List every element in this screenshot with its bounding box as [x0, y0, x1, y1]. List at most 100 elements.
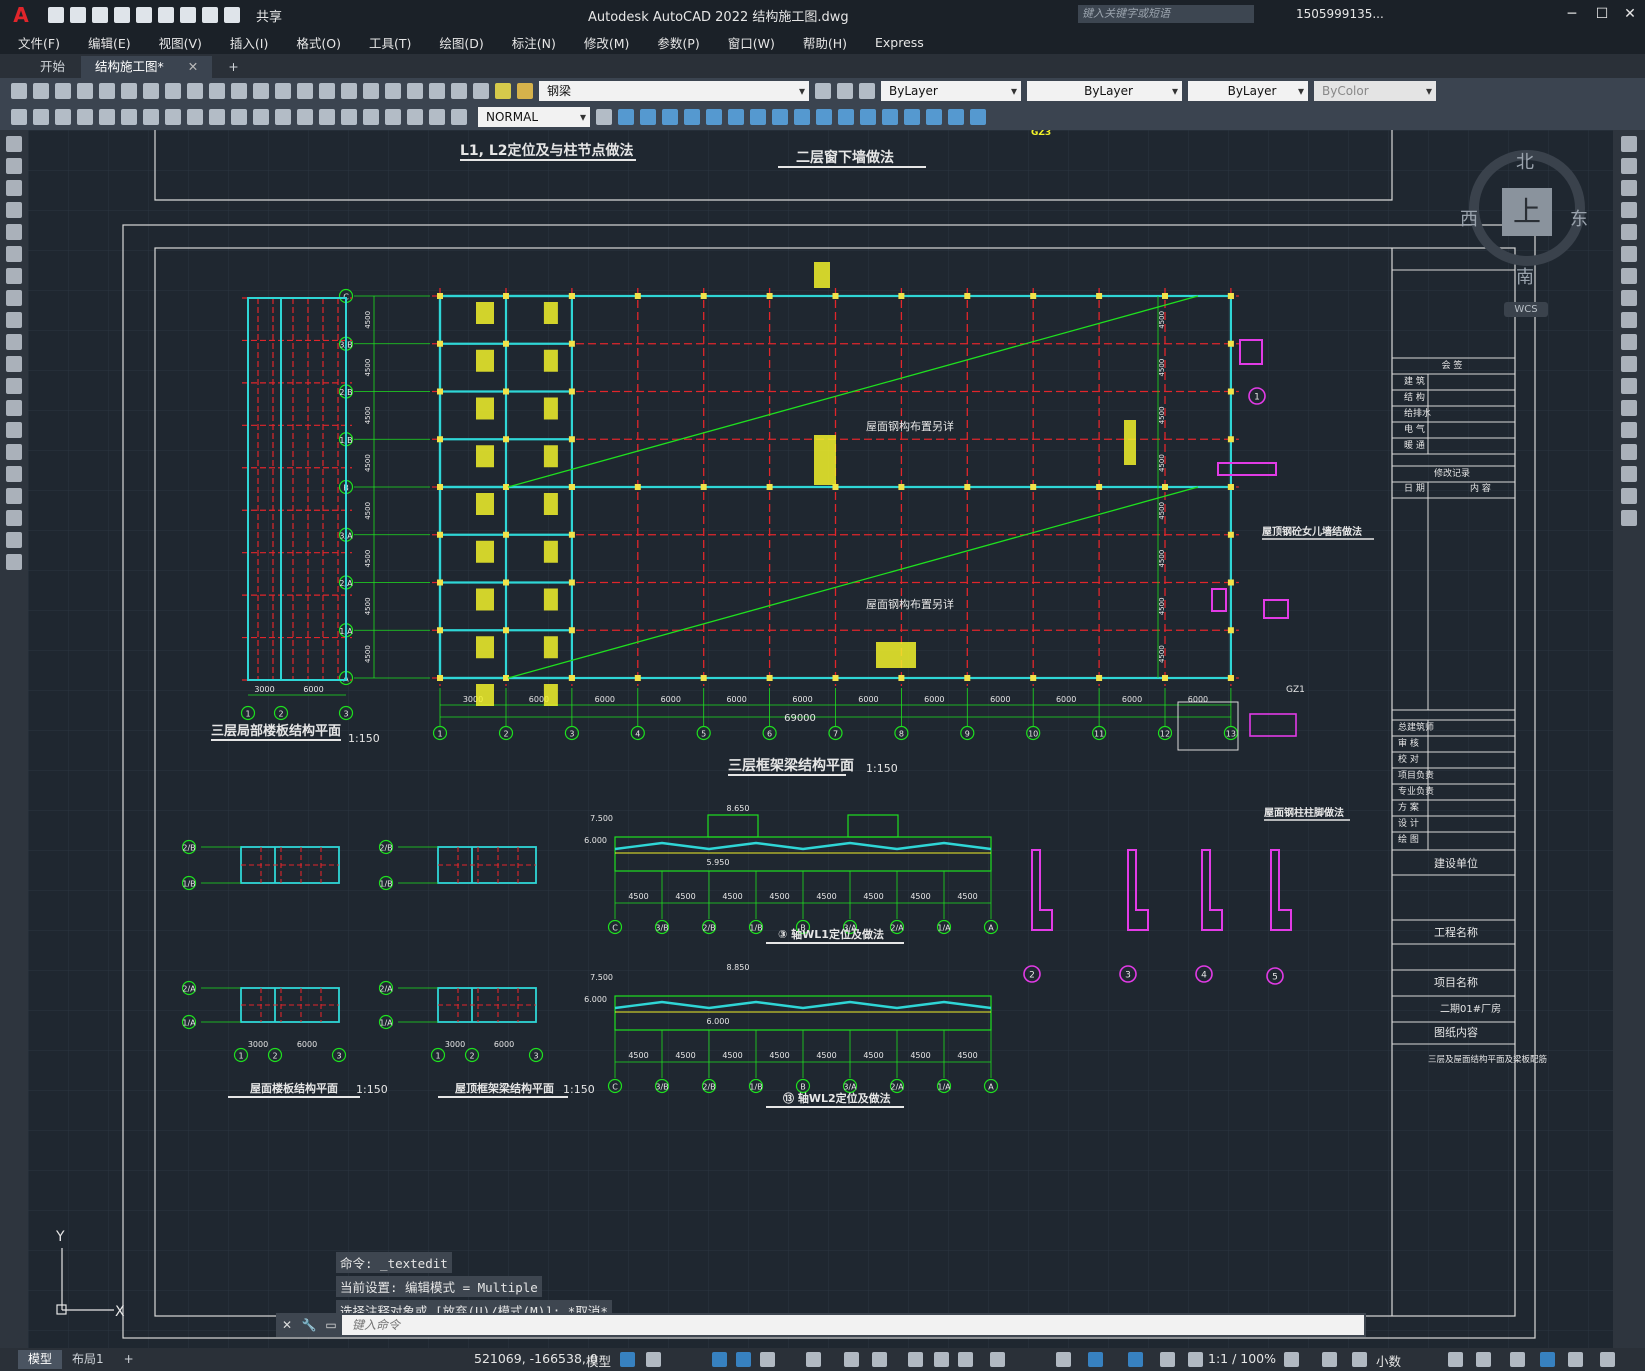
- explode-icon[interactable]: [1621, 510, 1637, 526]
- linetype-combo[interactable]: ByLayer: [1027, 81, 1182, 101]
- menu-view[interactable]: 视图(V): [159, 33, 202, 52]
- rotate-icon[interactable]: [1621, 268, 1637, 284]
- redo-icon[interactable]: [224, 7, 240, 23]
- add-selected-icon[interactable]: [6, 554, 22, 570]
- fillet-icon[interactable]: [1621, 466, 1637, 482]
- wcs-menu[interactable]: WCS: [1504, 302, 1548, 317]
- customize-command-icon[interactable]: 🔧: [298, 1318, 320, 1332]
- copy-icon[interactable]: [165, 83, 181, 99]
- tolerance-icon[interactable]: [319, 109, 335, 125]
- dim-radius-icon[interactable]: [121, 109, 137, 125]
- viewcube-south[interactable]: 南: [1516, 263, 1534, 289]
- offset-icon[interactable]: [706, 109, 722, 125]
- tool-palette-icon[interactable]: [407, 83, 423, 99]
- break-icon[interactable]: [882, 109, 898, 125]
- save-as-icon[interactable]: [114, 7, 130, 23]
- print-icon[interactable]: [180, 7, 196, 23]
- help-icon[interactable]: [473, 83, 489, 99]
- circle-icon[interactable]: [6, 268, 22, 284]
- stretch-icon[interactable]: [1621, 312, 1637, 328]
- save-icon[interactable]: [55, 83, 71, 99]
- menu-edit[interactable]: 编辑(E): [88, 33, 131, 52]
- annotation-monitor-icon[interactable]: [1322, 1352, 1337, 1367]
- graphics-performance-icon[interactable]: [1540, 1352, 1555, 1367]
- maximize-button[interactable]: ☐: [1588, 3, 1616, 25]
- arc-icon[interactable]: [6, 246, 22, 262]
- zoom-realtime-icon[interactable]: [297, 83, 313, 99]
- menu-insert[interactable]: 插入(I): [230, 33, 268, 52]
- pan-icon[interactable]: [275, 83, 291, 99]
- qnew-icon[interactable]: [11, 83, 27, 99]
- chamfer-icon[interactable]: [926, 109, 942, 125]
- dim-linear-icon[interactable]: [33, 109, 49, 125]
- selection-filter-icon[interactable]: [1088, 1352, 1103, 1367]
- annotation-visibility-icon[interactable]: [1128, 1352, 1143, 1367]
- close-tab-icon[interactable]: ✕: [188, 59, 198, 74]
- qdim-icon[interactable]: [11, 109, 27, 125]
- grid-icon[interactable]: [620, 1352, 635, 1367]
- dim-angular-icon[interactable]: [187, 109, 203, 125]
- break-at-point-icon[interactable]: [1621, 378, 1637, 394]
- menu-file[interactable]: 文件(F): [18, 33, 60, 52]
- cut-icon[interactable]: [143, 83, 159, 99]
- text-style-combo[interactable]: NORMAL: [478, 107, 590, 127]
- quick-dim-icon[interactable]: [209, 109, 225, 125]
- sheet-set-icon[interactable]: [429, 83, 445, 99]
- new-file-icon[interactable]: [48, 7, 64, 23]
- web-save-icon[interactable]: [158, 7, 174, 23]
- spline-icon[interactable]: [6, 312, 22, 328]
- isodraft-icon[interactable]: [760, 1352, 775, 1367]
- tab-drawing[interactable]: 结构施工图* ✕: [81, 56, 213, 78]
- mirror-icon[interactable]: [1621, 180, 1637, 196]
- calculator-icon[interactable]: [451, 83, 467, 99]
- menu-parametric[interactable]: 参数(P): [657, 33, 699, 52]
- dim-arc-icon[interactable]: [77, 109, 93, 125]
- viewcube-west[interactable]: 西: [1460, 205, 1478, 231]
- extend-icon[interactable]: [1621, 356, 1637, 372]
- menu-dimension[interactable]: 标注(N): [512, 33, 556, 52]
- trim-icon[interactable]: [1621, 334, 1637, 350]
- move-icon[interactable]: [750, 109, 766, 125]
- coordinate-readout[interactable]: 521069, -166538, 0: [474, 1351, 598, 1366]
- chamfer-icon[interactable]: [1621, 444, 1637, 460]
- construction-line-icon[interactable]: [6, 158, 22, 174]
- copy-obj-icon[interactable]: [662, 109, 678, 125]
- dim-continue-icon[interactable]: [253, 109, 269, 125]
- osnap-tracking-icon[interactable]: [806, 1352, 821, 1367]
- properties-icon[interactable]: [363, 83, 379, 99]
- tab-start[interactable]: 开始: [26, 56, 79, 78]
- dynamic-input-icon[interactable]: [1056, 1352, 1071, 1367]
- plotstyle-combo[interactable]: ByColor: [1314, 81, 1436, 101]
- center-mark-icon[interactable]: [341, 109, 357, 125]
- polar-icon[interactable]: [736, 1352, 751, 1367]
- region-icon[interactable]: [6, 488, 22, 504]
- offset-icon[interactable]: [1621, 202, 1637, 218]
- transparency-icon[interactable]: [934, 1352, 949, 1367]
- layer-freeze-icon[interactable]: [517, 83, 533, 99]
- block-insert-icon[interactable]: [618, 109, 634, 125]
- search-input[interactable]: 键入关键字或短语: [1078, 5, 1254, 23]
- block-make-icon[interactable]: [640, 109, 656, 125]
- insert-block-icon[interactable]: [6, 378, 22, 394]
- close-command-icon[interactable]: ✕: [276, 1318, 298, 1332]
- point-icon[interactable]: [6, 422, 22, 438]
- viewcube-top-face[interactable]: 上: [1502, 188, 1552, 236]
- fillet-icon[interactable]: [948, 109, 964, 125]
- extend-icon[interactable]: [860, 109, 876, 125]
- user-account[interactable]: 1505999135...: [1296, 7, 1384, 21]
- dim-diameter-icon[interactable]: [165, 109, 181, 125]
- viewcube-north[interactable]: 北: [1516, 148, 1534, 174]
- zoom-previous-icon[interactable]: [341, 83, 357, 99]
- trim-icon[interactable]: [838, 109, 854, 125]
- dynamic-ucs-icon[interactable]: [872, 1352, 887, 1367]
- blend-icon[interactable]: [1621, 488, 1637, 504]
- match-prop-icon[interactable]: [209, 83, 225, 99]
- menu-draw[interactable]: 绘图(D): [439, 33, 483, 52]
- customization-icon[interactable]: [1600, 1352, 1615, 1367]
- layer-on-icon[interactable]: [495, 83, 511, 99]
- drawing-canvas[interactable]: L1, L2定位及与柱节点做法 二层窗下墙做法 GZ3 屋面钢构布置另详 屋面钢…: [28, 130, 1613, 1348]
- units-icon[interactable]: [1352, 1352, 1367, 1367]
- undo-icon[interactable]: [202, 7, 218, 23]
- 3d-osnap-icon[interactable]: [990, 1352, 1005, 1367]
- lock-ui-icon[interactable]: [1476, 1352, 1491, 1367]
